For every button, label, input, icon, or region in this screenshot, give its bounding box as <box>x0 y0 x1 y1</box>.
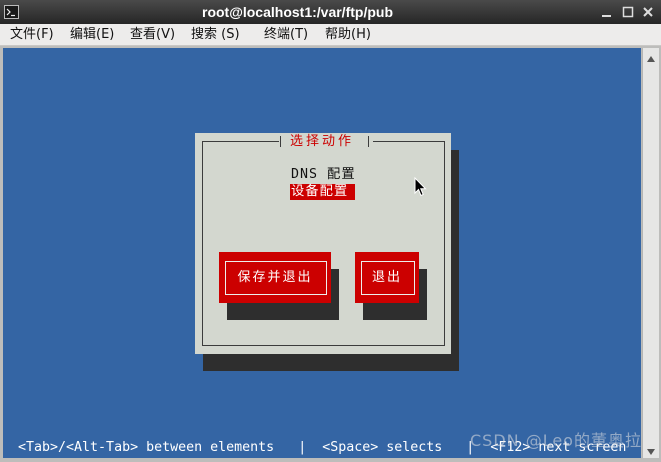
menu-edit[interactable]: 编辑(E) <box>70 27 114 43</box>
list-item-device-config[interactable]: 设备配置 <box>290 184 355 200</box>
menu-help[interactable]: 帮助(H) <box>325 27 371 43</box>
select-action-dialog: 选择动作 DNS 配置 设备配置 保存并退出 退出 <box>195 133 451 354</box>
menu-bar: 文件(F) 编辑(E) 查看(V) 搜索 (S) 终端(T) 帮助(H) <box>0 24 661 46</box>
dialog-title: 选择动作 <box>290 134 355 149</box>
window-title: root@localhost1:/var/ftp/pub <box>202 4 393 20</box>
menu-terminal[interactable]: 终端(T) <box>264 27 308 43</box>
watermark: CSDN @Leo的董奥拉 <box>470 431 641 450</box>
quit-label: 退出 <box>371 270 402 285</box>
save-and-quit-button[interactable]: 保存并退出 <box>219 252 331 303</box>
terminal-scrollbar[interactable] <box>642 48 659 458</box>
mouse-cursor-icon <box>414 176 427 197</box>
title-bar[interactable]: root@localhost1:/var/ftp/pub <box>0 0 661 24</box>
minimize-icon[interactable] <box>600 5 614 19</box>
terminal-icon[interactable] <box>4 4 20 20</box>
menu-view[interactable]: 查看(V) <box>130 27 175 43</box>
scroll-up-icon[interactable] <box>646 51 656 62</box>
save-and-quit-label: 保存并退出 <box>237 270 313 285</box>
terminal-area[interactable]: 选择动作 DNS 配置 设备配置 保存并退出 退出 <Tab>/<Alt-Tab… <box>3 48 641 458</box>
close-icon[interactable] <box>641 5 655 19</box>
menu-search[interactable]: 搜索 (S) <box>191 27 240 43</box>
scroll-down-icon[interactable] <box>646 444 656 455</box>
dialog-title-box: 选择动作 <box>279 133 373 150</box>
maximize-icon[interactable] <box>621 5 635 19</box>
quit-button[interactable]: 退出 <box>355 252 419 303</box>
list-item-dns-config[interactable]: DNS 配置 <box>290 167 356 183</box>
menu-file[interactable]: 文件(F) <box>10 27 54 43</box>
